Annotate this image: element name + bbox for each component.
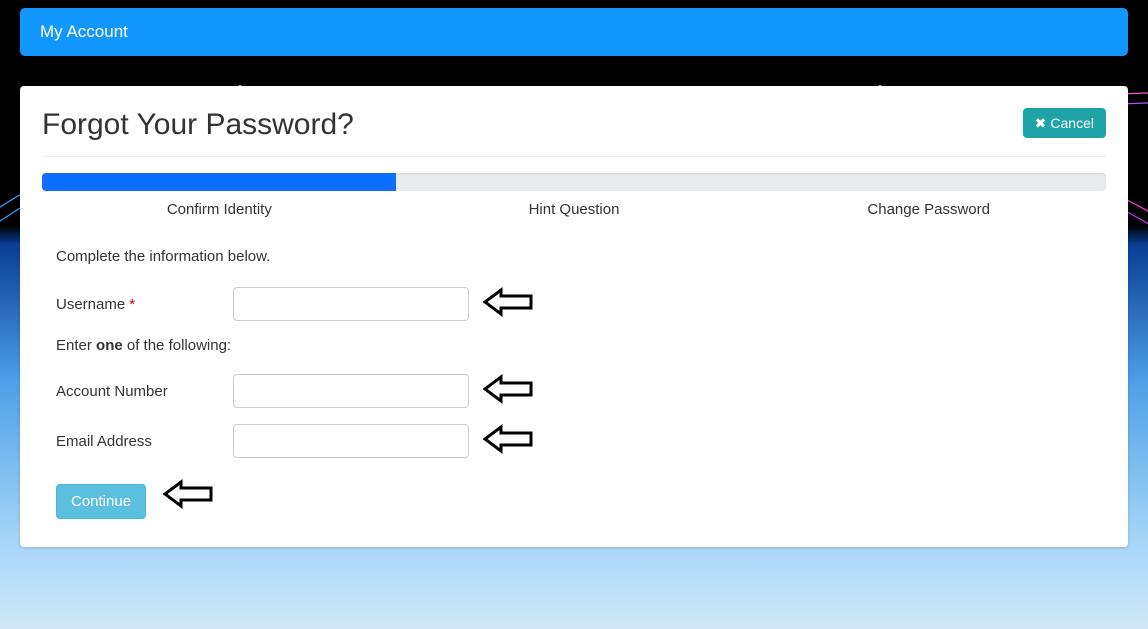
main-panel: Forgot Your Password? ✖ Cancel Confirm I… bbox=[20, 86, 1128, 547]
account-number-input[interactable] bbox=[233, 374, 469, 408]
arrow-annotation-icon bbox=[483, 424, 535, 454]
account-number-label: Account Number bbox=[56, 383, 233, 400]
username-input[interactable] bbox=[233, 287, 469, 321]
close-icon: ✖ bbox=[1035, 116, 1047, 130]
continue-button[interactable]: Continue bbox=[56, 484, 146, 519]
step-change-password: Change Password bbox=[751, 201, 1106, 218]
form-section: Complete the information below. Username… bbox=[42, 248, 1106, 519]
sub-instruction-bold: one bbox=[96, 337, 123, 354]
email-input[interactable] bbox=[233, 424, 469, 458]
page-title: Forgot Your Password? bbox=[42, 108, 354, 142]
row-username: Username * bbox=[56, 287, 1106, 321]
panel-header: Forgot Your Password? ✖ Cancel bbox=[42, 108, 1106, 142]
row-account-number: Account Number bbox=[56, 374, 1106, 408]
form-instruction: Complete the information below. bbox=[56, 248, 1106, 265]
username-label-text: Username bbox=[56, 296, 125, 313]
step-hint-question: Hint Question bbox=[397, 201, 752, 218]
required-asterisk: * bbox=[129, 296, 135, 313]
progress-bar-fill bbox=[42, 173, 396, 191]
email-label: Email Address bbox=[56, 433, 233, 450]
divider bbox=[42, 156, 1106, 157]
arrow-annotation-icon bbox=[163, 479, 215, 509]
progress-steps: Confirm Identity Hint Question Change Pa… bbox=[42, 201, 1106, 218]
sub-instruction-post: of the following: bbox=[123, 337, 231, 354]
navbar: My Account bbox=[20, 8, 1128, 56]
username-label: Username * bbox=[56, 296, 233, 313]
sub-instruction-pre: Enter bbox=[56, 337, 96, 354]
cancel-button-label: Cancel bbox=[1050, 115, 1094, 131]
arrow-annotation-icon bbox=[483, 287, 535, 317]
sub-instruction: Enter one of the following: bbox=[56, 337, 1106, 354]
step-confirm-identity: Confirm Identity bbox=[42, 201, 397, 218]
nav-my-account[interactable]: My Account bbox=[40, 22, 128, 41]
progress-bar-track bbox=[42, 173, 1106, 191]
arrow-annotation-icon bbox=[483, 374, 535, 404]
row-email: Email Address bbox=[56, 424, 1106, 458]
cancel-button[interactable]: ✖ Cancel bbox=[1023, 108, 1106, 138]
